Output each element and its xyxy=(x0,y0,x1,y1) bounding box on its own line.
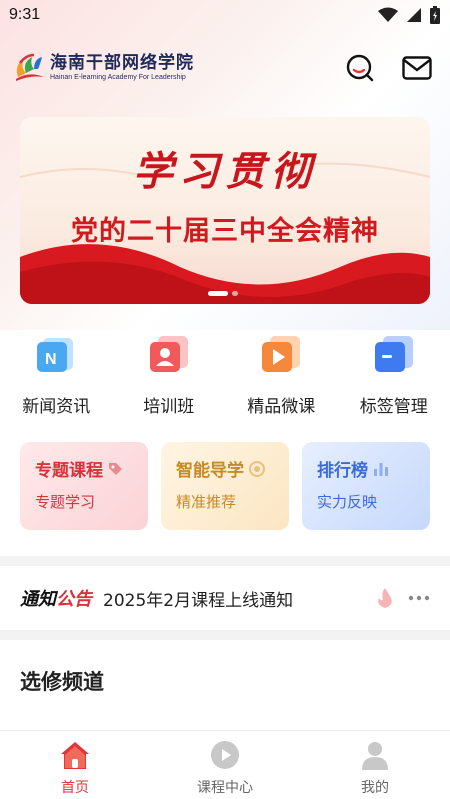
status-icons xyxy=(378,6,440,24)
bottom-nav: 首页 课程中心 我的 xyxy=(0,730,450,799)
tab-label: 课程中心 xyxy=(197,780,253,796)
section-divider xyxy=(0,556,450,566)
signal-icon xyxy=(407,8,421,22)
card-subtitle: 实力反映 xyxy=(317,493,378,511)
academy-title: 海南干部网络学院 xyxy=(50,53,194,73)
banner-dot-active xyxy=(208,291,228,296)
card-title: 排行榜 xyxy=(317,461,368,481)
quick-nav-label: 培训班 xyxy=(143,397,195,417)
card-title-row: 智能导学 xyxy=(176,456,289,481)
user-icon xyxy=(362,742,388,770)
banner-headline: 党的二十届三中全会精神 xyxy=(71,216,379,247)
notice-text[interactable]: 2025年2月课程上线通知 xyxy=(103,586,293,611)
card-subtitle: 专题学习 xyxy=(35,493,96,511)
fire-icon xyxy=(378,588,392,608)
quick-nav-tags[interactable]: 标签管理 xyxy=(338,330,450,420)
section-title: 选修频道 xyxy=(20,670,104,694)
notice-tag-a: 通知 xyxy=(20,589,56,610)
banner-calligraphy: 学习贯彻 xyxy=(133,148,317,195)
card-title: 专题课程 xyxy=(35,461,103,481)
tab-mine[interactable]: 我的 xyxy=(300,731,450,799)
training-icon xyxy=(149,336,188,372)
wifi-icon xyxy=(378,7,398,22)
svg-text:N: N xyxy=(45,351,57,368)
card-subtitle: 精准推荐 xyxy=(176,493,237,511)
card-title-row: 排行榜 xyxy=(317,456,430,481)
ranking-card[interactable]: 排行榜 实力反映 xyxy=(302,442,430,530)
notice-tag-b: 公告 xyxy=(56,589,92,610)
academy-logo-icon xyxy=(16,53,44,81)
quick-nav-news[interactable]: N 新闻资讯 xyxy=(0,330,113,420)
quick-nav: N 新闻资讯 培训班 精品微课 标签管理 xyxy=(0,330,450,420)
home-icon xyxy=(61,742,89,769)
battery-icon xyxy=(430,6,440,24)
quick-nav-training[interactable]: 培训班 xyxy=(113,330,226,420)
tab-label: 我的 xyxy=(361,780,389,796)
notice-bar[interactable]: 通知公告 2025年2月课程上线通知 xyxy=(0,566,450,630)
card-title-row: 专题课程 xyxy=(35,456,148,481)
promo-banner[interactable]: 学习贯彻 党的二十届三中全会精神 xyxy=(20,117,430,304)
card-title: 智能导学 xyxy=(176,461,244,481)
quick-nav-label: 新闻资讯 xyxy=(22,397,91,417)
search-icon[interactable] xyxy=(346,54,374,82)
banner-pagination xyxy=(208,291,238,296)
topic-course-card[interactable]: 专题课程 专题学习 xyxy=(20,442,148,530)
app-header: 海南干部网络学院 Hainan E-learning Academy For L… xyxy=(0,44,450,92)
video-icon xyxy=(262,336,301,372)
more-icon[interactable] xyxy=(408,595,430,601)
notice-tag: 通知公告 xyxy=(20,585,92,611)
feature-cards: 专题课程 专题学习 智能导学 精准推荐 排行榜 实力反映 xyxy=(20,442,430,530)
mail-icon[interactable] xyxy=(402,56,432,80)
tag-icon xyxy=(109,462,122,475)
status-bar: 9:31 xyxy=(0,0,450,30)
target-icon xyxy=(249,460,265,477)
news-icon: N xyxy=(37,338,74,372)
section-divider xyxy=(0,630,450,640)
quick-nav-microcourse[interactable]: 精品微课 xyxy=(225,330,338,420)
tab-course-center[interactable]: 课程中心 xyxy=(150,731,300,799)
smart-guide-card[interactable]: 智能导学 精准推荐 xyxy=(161,442,289,530)
quick-nav-label: 标签管理 xyxy=(359,397,428,417)
banner-dot xyxy=(232,291,238,296)
notice-actions xyxy=(376,587,430,609)
bar-chart-icon xyxy=(374,462,388,476)
academy-subtitle: Hainan E-learning Academy For Leadership xyxy=(50,74,186,81)
academy-logo-text: 海南干部网络学院 Hainan E-learning Academy For L… xyxy=(50,53,194,83)
tab-label: 首页 xyxy=(61,780,89,796)
status-time: 9:31 xyxy=(9,6,41,23)
quick-nav-label: 精品微课 xyxy=(247,397,316,417)
tag-icon xyxy=(374,336,413,372)
header-actions xyxy=(346,54,438,82)
play-icon xyxy=(211,741,239,769)
tab-home[interactable]: 首页 xyxy=(0,731,150,799)
